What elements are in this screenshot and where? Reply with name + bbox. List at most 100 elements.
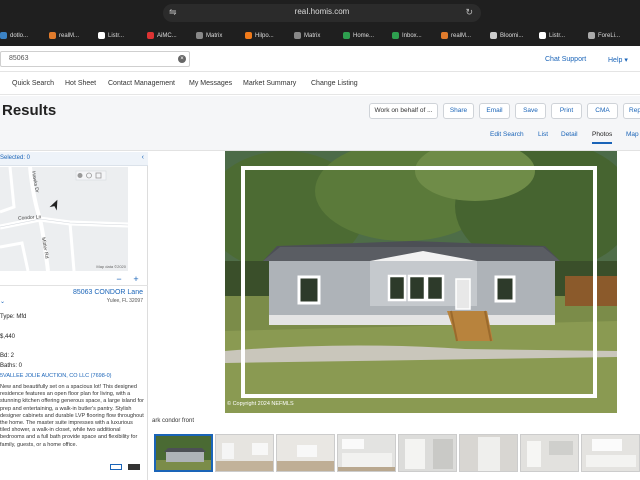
share-button[interactable]: Share <box>443 103 474 119</box>
favicon-icon <box>0 32 7 39</box>
thumbnail-6[interactable] <box>459 434 518 472</box>
bookmark-item[interactable]: Listr... <box>539 28 588 43</box>
favicon-icon <box>343 32 350 39</box>
work-on-behalf-button[interactable]: Work on behalf of ... <box>369 103 438 119</box>
thumbnail-8[interactable] <box>581 434 640 472</box>
bookmark-label: realM... <box>59 32 80 39</box>
thumbnail-5[interactable] <box>398 434 457 472</box>
bookmark-label: Inbox... <box>402 32 422 39</box>
fact-beds: Bd: 2 <box>0 353 15 359</box>
fact-type: Type: Mfd <box>0 314 27 320</box>
listing-city: Yulee, FL 32097 <box>106 298 143 304</box>
bookmark-item[interactable]: realM... <box>49 28 98 43</box>
menu-market-summary[interactable]: Market Summary <box>243 80 296 87</box>
thumbnail-4[interactable] <box>337 434 396 472</box>
bookmark-item[interactable]: Bloomi... <box>490 28 539 43</box>
print-button[interactable]: Print <box>551 103 582 119</box>
menu-my-messages[interactable]: My Messages <box>189 80 232 87</box>
zoom-out-button[interactable]: − <box>114 274 124 284</box>
main-photo[interactable]: © Copyright 2024 NEFMLS <box>225 151 617 413</box>
favicon-icon <box>294 32 301 39</box>
address-bar[interactable]: ⇋ reaI.homis.com ↻ <box>163 4 481 22</box>
listing-address[interactable]: 85063 CONDOR Lane <box>73 289 143 296</box>
favicon-icon <box>245 32 252 39</box>
bookmark-label: Hilpo... <box>255 32 274 39</box>
selected-count: Selected: 0 <box>0 155 31 161</box>
favicon-icon <box>539 32 546 39</box>
thumbnail-strip <box>152 432 640 474</box>
help-menu[interactable]: Help ▾ <box>608 56 628 64</box>
chat-support-link[interactable]: Chat Support <box>545 56 586 63</box>
tab-detail[interactable]: Detail <box>561 131 578 138</box>
view-toggle-dark[interactable] <box>128 464 140 470</box>
report-button[interactable]: Rep <box>623 103 640 119</box>
photo-watermark: © Copyright 2024 NEFMLS <box>227 401 294 407</box>
bookmark-label: Matrix <box>304 32 321 39</box>
house-photo <box>225 151 617 413</box>
menu-hot-sheet[interactable]: Hot Sheet <box>65 80 96 87</box>
fact-baths: Baths: 0 <box>0 363 23 369</box>
tab-edit-search[interactable]: Edit Search <box>490 131 524 138</box>
selected-header: Selected: 0 ‹ <box>0 152 148 166</box>
tab-photos[interactable]: Photos <box>592 131 613 144</box>
bookmark-label: Home... <box>353 32 375 39</box>
thumbnail-1[interactable] <box>154 434 213 472</box>
thumbnail-2[interactable] <box>215 434 274 472</box>
reload-icon[interactable]: ↻ <box>465 7 473 18</box>
listing-description: New and beautifully set on a spacious lo… <box>0 384 144 448</box>
bookmark-label: AiMC... <box>157 32 177 39</box>
search-input[interactable]: 85063 × <box>0 51 190 67</box>
bookmark-label: Bloomi... <box>500 32 524 39</box>
email-button[interactable]: Email <box>479 103 510 119</box>
favicon-icon <box>147 32 154 39</box>
favicon-icon <box>441 32 448 39</box>
bookmark-label: realM... <box>451 32 472 39</box>
menu-quick-search[interactable]: Quick Search <box>12 80 54 87</box>
zoom-in-button[interactable]: + <box>131 274 141 284</box>
bookmark-item[interactable]: realM... <box>441 28 490 43</box>
bookmark-item[interactable]: Home... <box>343 28 392 43</box>
menu-contact-management[interactable]: Contact Management <box>108 80 175 87</box>
favicon-icon <box>49 32 56 39</box>
bookmark-item[interactable]: Matrix <box>196 28 245 43</box>
url-text: reaI.homis.com <box>294 7 350 16</box>
fact-price: $,440 <box>0 334 16 340</box>
save-button[interactable]: Save <box>515 103 546 119</box>
app-header: 85063 × Chat Support Help ▾ <box>0 46 640 72</box>
bookmark-item[interactable]: Listr... <box>98 28 147 43</box>
favicon-icon <box>588 32 595 39</box>
bookmark-item[interactable]: Inbox... <box>392 28 441 43</box>
expand-chevron-icon[interactable]: ⌄ <box>0 298 5 305</box>
bookmark-item[interactable]: ForeLi... <box>588 28 637 43</box>
bookmark-item[interactable]: Matrix <box>294 28 343 43</box>
clear-icon[interactable]: × <box>178 55 186 63</box>
cma-button[interactable]: CMA <box>587 103 618 119</box>
photo-caption: ark condor front <box>152 418 195 424</box>
favicon-icon <box>196 32 203 39</box>
bookmark-item[interactable]: AiMC... <box>147 28 196 43</box>
results-toolbar: Results Work on behalf of ... Share Emai… <box>0 96 640 151</box>
thumbnail-7[interactable] <box>520 434 579 472</box>
favicon-icon <box>98 32 105 39</box>
location-map[interactable]: Condor Ln Hawks Dr Mittler Rd Map data ©… <box>0 167 128 271</box>
bookmark-label: dotlo... <box>10 32 29 39</box>
thumbnail-3[interactable] <box>276 434 335 472</box>
bookmark-item[interactable]: Hilpo... <box>245 28 294 43</box>
tab-map[interactable]: Map <box>626 131 639 138</box>
bookmark-label: Matrix <box>206 32 223 39</box>
collapse-icon[interactable]: ‹ <box>142 154 144 161</box>
page-title: Results <box>2 102 57 119</box>
favicon-icon <box>490 32 497 39</box>
tab-list[interactable]: List <box>538 131 548 138</box>
bookmarks-bar: dotlo... realM... Listr... AiMC... Matrix Hil… <box>0 27 640 44</box>
browser-chrome: ⇋ reaI.homis.com ↻ dotlo... realM... Listr… <box>0 0 640 46</box>
favicon-icon <box>392 32 399 39</box>
bookmark-label: Listr... <box>549 32 566 39</box>
search-value: 85063 <box>9 55 29 62</box>
bookmark-item[interactable]: dotlo... <box>0 28 49 43</box>
main-menu: Quick Search Hot Sheet Contact Managemen… <box>0 73 640 95</box>
listing-office-link[interactable]: 5VALLEE JOLIE AUCTION, CO LLC (7698-0) <box>0 373 111 379</box>
map-credit: Map data ©2020 <box>96 264 126 269</box>
menu-change-listing[interactable]: Change Listing <box>311 80 358 87</box>
view-toggle-light[interactable] <box>110 464 122 470</box>
